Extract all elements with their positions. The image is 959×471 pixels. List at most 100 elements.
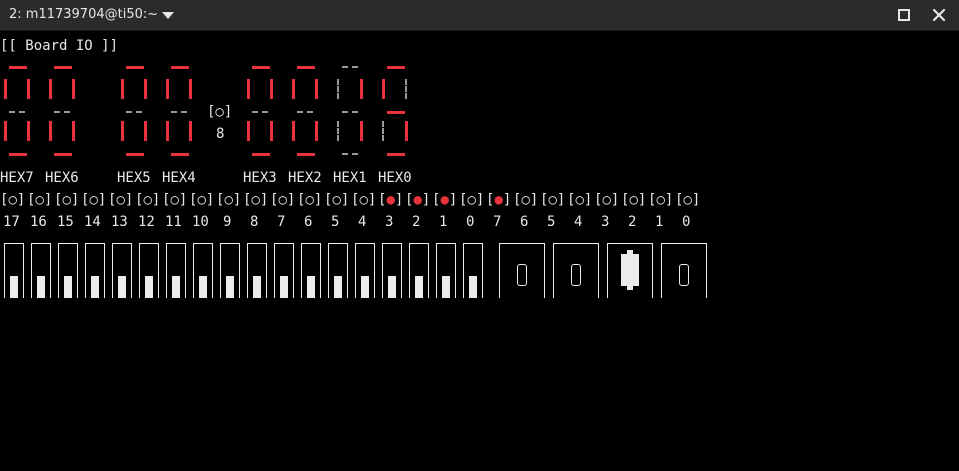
segment-f [4,79,7,99]
chevron-down-icon[interactable] [161,8,175,22]
segment-d [9,153,27,156]
segment-a [387,66,405,69]
segment-b [360,79,363,99]
segment-f [166,79,169,99]
led-red-12: [○] [135,192,161,208]
hex-label-hex6: HEX6 [45,170,79,186]
push-key-3[interactable] [499,243,545,298]
segment-c [189,121,192,141]
led-dot: ○ [224,192,233,208]
switch-knob [334,276,342,298]
led-dot: ○ [62,192,71,208]
led-label-red-9: 9 [223,214,232,230]
hex-digit-hex1 [336,62,366,162]
led-label-red-5: 5 [331,214,340,230]
switch-knob [361,276,369,298]
key-slot [517,264,527,286]
switch-1[interactable] [436,243,456,298]
tab-title[interactable]: 2: m11739704@ti50:~ [9,7,158,23]
switch-knob [172,276,180,298]
led-dot: ○ [467,192,476,208]
close-icon[interactable] [931,7,947,23]
switch-knob [280,276,288,298]
switch-7[interactable] [274,243,294,298]
switch-5[interactable] [328,243,348,298]
switch-2[interactable] [409,243,429,298]
segment-d [297,153,315,156]
switch-knob [469,276,477,298]
led-red-15: [○] [54,192,80,208]
segment-a [9,66,27,69]
switch-8[interactable] [247,243,267,298]
switch-knob [64,276,72,298]
led-dot: ○ [170,192,179,208]
board-heading: [[ Board IO ]] [0,38,119,54]
switch-6[interactable] [301,243,321,298]
switch-knob [388,276,396,298]
segment-d [54,153,72,156]
segment-a [54,66,72,69]
segment-b [270,79,273,99]
led-label-red-8: 8 [250,214,259,230]
led-dot: ○ [197,192,206,208]
key-slot [621,250,639,290]
maximize-icon[interactable] [897,8,911,22]
switch-13[interactable] [112,243,132,298]
led-label-green-1: 1 [655,214,664,230]
key-slot [571,264,581,286]
segment-b [189,79,192,99]
segment-d [252,153,270,156]
led-label-green-4: 4 [574,214,583,230]
hex-digit-hex4 [165,62,195,162]
switch-knob [118,276,126,298]
led-dot: ● [494,192,503,208]
push-key-1[interactable] [607,243,653,298]
segment-b [27,79,30,99]
led-red-0: [○] [459,192,485,208]
switch-17[interactable] [4,243,24,298]
switch-16[interactable] [31,243,51,298]
led-green-2: [○] [621,192,647,208]
segment-e [49,121,52,141]
segment-g [54,111,70,114]
switch-9[interactable] [220,243,240,298]
hex-label-hex0: HEX0 [378,170,412,186]
switch-14[interactable] [85,243,105,298]
switch-0[interactable] [463,243,483,298]
switch-3[interactable] [382,243,402,298]
led-dot: ● [413,192,422,208]
led-dot: ○ [359,192,368,208]
led-label-red-15: 15 [57,214,74,230]
segment-e [337,121,340,141]
switch-10[interactable] [193,243,213,298]
hex-digit-hex0 [381,62,411,162]
segment-a [342,66,358,69]
switch-4[interactable] [355,243,375,298]
push-key-0[interactable] [661,243,707,298]
segment-d [126,153,144,156]
led-red-1: [●] [432,192,458,208]
hex-digit-hex6 [48,62,78,162]
switch-11[interactable] [166,243,186,298]
switch-knob [415,276,423,298]
led-red-17: [○] [0,192,26,208]
segment-g [9,111,25,114]
led-dot: ○ [305,192,314,208]
led-label-green-5: 5 [547,214,556,230]
hex-label-hex5: HEX5 [117,170,151,186]
center-value: 8 [216,126,225,142]
led-label-red-4: 4 [358,214,367,230]
segment-c [270,121,273,141]
segment-f [121,79,124,99]
push-key-2[interactable] [553,243,599,298]
hex-digit-hex7 [3,62,33,162]
hex-digit-hex5 [120,62,150,162]
switch-12[interactable] [139,243,159,298]
switch-knob [145,276,153,298]
segment-e [382,121,385,141]
segment-f [247,79,250,99]
led-label-red-12: 12 [138,214,155,230]
switch-15[interactable] [58,243,78,298]
led-label-red-1: 1 [439,214,448,230]
title-bar: 2: m11739704@ti50:~ [0,0,959,31]
